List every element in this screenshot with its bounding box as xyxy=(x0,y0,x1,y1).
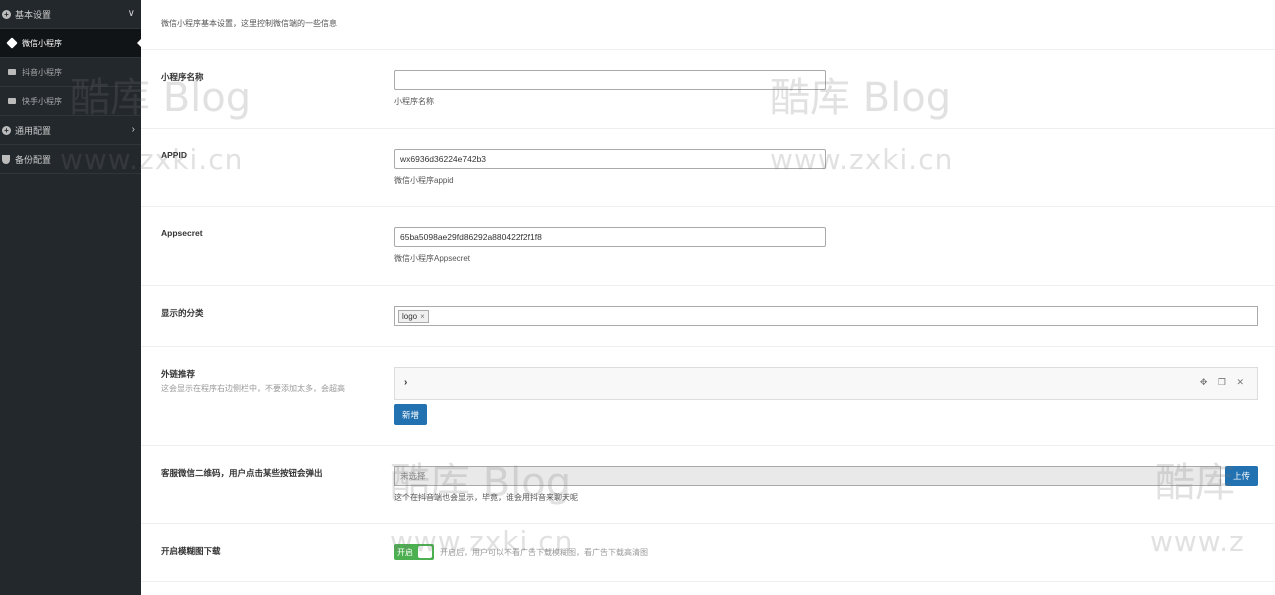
tag-icon xyxy=(6,37,18,49)
upload-button[interactable]: 上传 xyxy=(1225,466,1259,486)
field-row-links: 外链推荐 这会显示在程序右边侧栏中，不要添加太多，会超高 › ✥ ❐ ✕ 新增 xyxy=(141,347,1275,446)
miniprogram-name-input[interactable] xyxy=(394,70,826,90)
chevron-down-icon: ∨ xyxy=(127,8,135,19)
field-label: 显示的分类 xyxy=(161,308,204,318)
appsecret-input[interactable] xyxy=(394,227,826,247)
video-icon xyxy=(8,69,16,75)
sidebar-group-label: 通用配置 xyxy=(15,125,52,136)
sidebar-item-kuaishou-miniprogram[interactable]: 快手小程序 xyxy=(0,87,141,116)
field-row-appid: APPID 微信小程序appid xyxy=(141,129,1275,207)
add-link-button[interactable]: 新增 xyxy=(394,404,428,425)
plus-circle-icon: + xyxy=(2,125,11,135)
field-row-appsecret: Appsecret 微信小程序Appsecret xyxy=(141,207,1275,286)
category-tag: logo × xyxy=(398,310,429,323)
field-description: 微信小程序Appsecret xyxy=(394,254,471,263)
field-row-qrcode: 客服微信二维码，用户点击某些按钮会弹出 未选择 上传 这个在抖音端也会显示，毕竟… xyxy=(141,446,1275,524)
item-tools-icons[interactable]: ✥ ❐ ✕ xyxy=(1200,377,1248,388)
section-intro: 微信小程序基本设置，这里控制微信端的一些信息 xyxy=(141,0,1275,50)
category-select[interactable]: logo × xyxy=(394,306,1258,326)
field-label: 小程序名称 xyxy=(161,72,204,82)
field-sublabel: 这会显示在程序右边侧栏中，不要添加太多，会超高 xyxy=(161,384,345,393)
sidebar-group-backup-config[interactable]: 备份配置 xyxy=(0,145,141,174)
sidebar-item-label: 抖音小程序 xyxy=(22,67,62,77)
plus-circle-icon: + xyxy=(2,9,11,19)
field-description: 这个在抖音端也会显示，毕竟，谁会用抖音来聊天呢 xyxy=(394,493,578,502)
field-label: 外链推荐 xyxy=(161,369,196,379)
field-description: 小程序名称 xyxy=(394,97,434,106)
sidebar-item-wechat-miniprogram[interactable]: 微信小程序 xyxy=(0,29,141,58)
field-label: Appsecret xyxy=(161,228,203,238)
video-icon xyxy=(8,98,16,104)
appid-input[interactable] xyxy=(394,149,826,169)
chevron-right-icon: › xyxy=(131,124,135,135)
switch-knob xyxy=(418,546,432,558)
settings-panel: 微信小程序基本设置，这里控制微信端的一些信息 小程序名称 小程序名称 APPID… xyxy=(141,0,1275,595)
link-repeater-item[interactable]: › ✥ ❐ ✕ xyxy=(394,367,1258,400)
sidebar-group-basic-settings[interactable]: + 基本设置 ∨ xyxy=(0,0,141,29)
field-row-blur-download: 开启模糊图下载 开启 开启后，用户可以不看广告下载模糊图，看广告下载高清图 xyxy=(141,524,1275,582)
field-label: APPID xyxy=(161,150,187,160)
sidebar-group-label: 备份配置 xyxy=(15,154,52,165)
sidebar: + 基本设置 ∨ 微信小程序 抖音小程序 快手小程序 + 通用配置 › 备份配置 xyxy=(0,0,141,595)
tag-remove-icon[interactable]: × xyxy=(420,312,425,321)
sidebar-item-label: 快手小程序 xyxy=(22,96,62,106)
field-row-category: 显示的分类 logo × xyxy=(141,286,1275,347)
field-label: 客服微信二维码，用户点击某些按钮会弹出 xyxy=(161,468,323,478)
shield-icon xyxy=(2,154,10,164)
blur-download-switch[interactable]: 开启 xyxy=(394,544,434,560)
blur-download-control: 开启 开启后，用户可以不看广告下载模糊图，看广告下载高清图 xyxy=(394,544,648,560)
field-description: 微信小程序appid xyxy=(394,176,454,185)
sidebar-group-label: 基本设置 xyxy=(15,9,52,20)
tag-label: logo xyxy=(402,312,418,321)
field-label: 开启模糊图下载 xyxy=(161,546,221,556)
qrcode-path-input[interactable]: 未选择 xyxy=(394,466,1221,486)
field-description: 开启后，用户可以不看广告下载模糊图，看广告下载高清图 xyxy=(440,547,648,557)
sidebar-item-douyin-miniprogram[interactable]: 抖音小程序 xyxy=(0,58,141,87)
sidebar-group-general-config[interactable]: + 通用配置 › xyxy=(0,116,141,145)
sidebar-item-label: 微信小程序 xyxy=(22,38,62,48)
switch-label: 开启 xyxy=(397,547,413,557)
field-row-name: 小程序名称 小程序名称 xyxy=(141,50,1275,129)
chevron-right-icon[interactable]: › xyxy=(404,377,407,388)
